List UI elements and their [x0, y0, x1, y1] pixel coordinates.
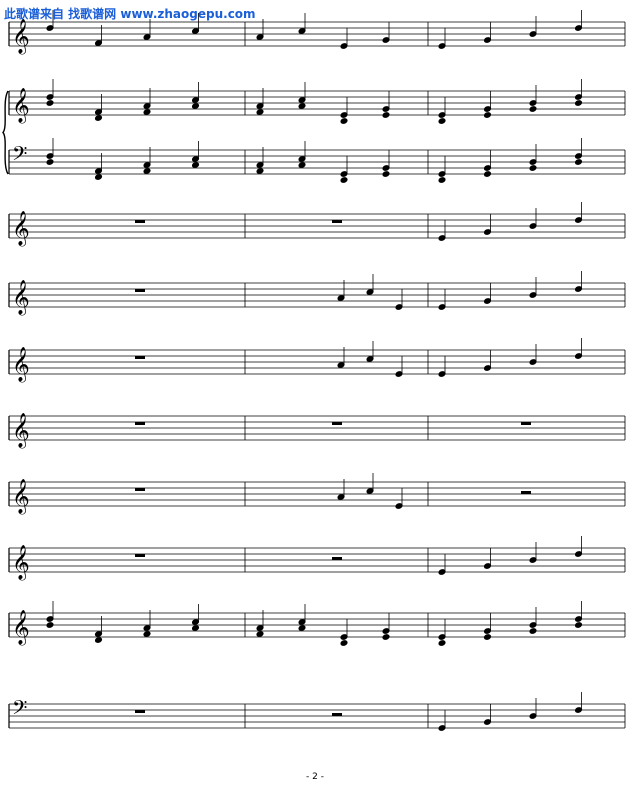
- half-rest: [332, 713, 342, 716]
- note-head: [382, 171, 390, 177]
- whole-rest: [135, 220, 145, 223]
- note-head: [94, 174, 103, 180]
- whole-rest: [135, 422, 145, 425]
- note-head: [191, 625, 200, 631]
- note-head: [191, 103, 200, 109]
- note-head: [256, 631, 264, 637]
- whole-rest: [332, 220, 342, 223]
- page-number: - 2 -: [306, 772, 324, 782]
- half-rest: [332, 557, 342, 560]
- note-head: [256, 168, 264, 174]
- note-head: [143, 168, 151, 174]
- note-head: [483, 112, 492, 118]
- note-head: [574, 622, 583, 628]
- barlines-layer: [2, 22, 626, 728]
- half-rest: [521, 491, 531, 494]
- note-head: [438, 640, 446, 646]
- note-head: [574, 100, 583, 106]
- note-head: [340, 640, 348, 646]
- note-head: [529, 106, 537, 112]
- bass-clef-icon: 𝄢: [12, 696, 27, 724]
- note-head: [438, 118, 446, 124]
- treble-clef-icon: 𝄞: [12, 347, 30, 383]
- note-head: [438, 177, 446, 183]
- note-head: [191, 162, 200, 168]
- treble-clef-icon: 𝄞: [12, 280, 30, 316]
- note-head: [574, 159, 583, 165]
- note-head: [143, 631, 151, 637]
- notes-layer: [46, 10, 583, 731]
- treble-clef-icon: 𝄞: [12, 545, 30, 581]
- rests-layer: [135, 220, 531, 716]
- note-head: [298, 625, 306, 631]
- note-head: [298, 162, 306, 168]
- whole-rest: [332, 422, 342, 425]
- whole-rest: [135, 710, 145, 713]
- clefs-layer: 𝄞 𝄞 𝄢 𝄞 𝄞 𝄞 𝄞 𝄞 𝄞 𝄞 𝄢: [12, 19, 30, 724]
- whole-rest: [135, 356, 145, 359]
- note-head: [382, 112, 390, 118]
- whole-rest: [135, 289, 145, 292]
- whole-rest: [521, 422, 531, 425]
- note-head: [46, 159, 54, 165]
- score-page: 𝄞 𝄞 𝄢 𝄞 𝄞 𝄞 𝄞 𝄞 𝄞 𝄞 𝄢: [2, 10, 626, 731]
- note-head: [483, 171, 492, 177]
- note-head: [94, 115, 103, 121]
- note-head: [298, 103, 306, 109]
- note-head: [256, 109, 264, 115]
- note-head: [529, 628, 537, 634]
- whole-rest: [135, 554, 145, 557]
- note-head: [46, 100, 54, 106]
- note-head: [483, 634, 492, 640]
- treble-clef-icon: 𝄞: [12, 479, 30, 515]
- note-head: [382, 634, 390, 640]
- note-head: [94, 637, 103, 643]
- treble-clef-icon: 𝄞: [12, 413, 30, 449]
- note-head: [340, 118, 348, 124]
- treble-clef-icon: 𝄞: [12, 211, 30, 247]
- whole-rest: [135, 488, 145, 491]
- bass-clef-icon: 𝄢: [12, 142, 27, 170]
- piano-brace-icon: [2, 90, 9, 175]
- note-head: [46, 622, 54, 628]
- treble-clef-icon: 𝄞: [12, 19, 30, 55]
- note-head: [143, 109, 151, 115]
- note-head: [529, 165, 537, 171]
- treble-clef-icon: 𝄞: [12, 610, 30, 646]
- treble-clef-icon: 𝄞: [12, 88, 30, 124]
- note-head: [340, 177, 348, 183]
